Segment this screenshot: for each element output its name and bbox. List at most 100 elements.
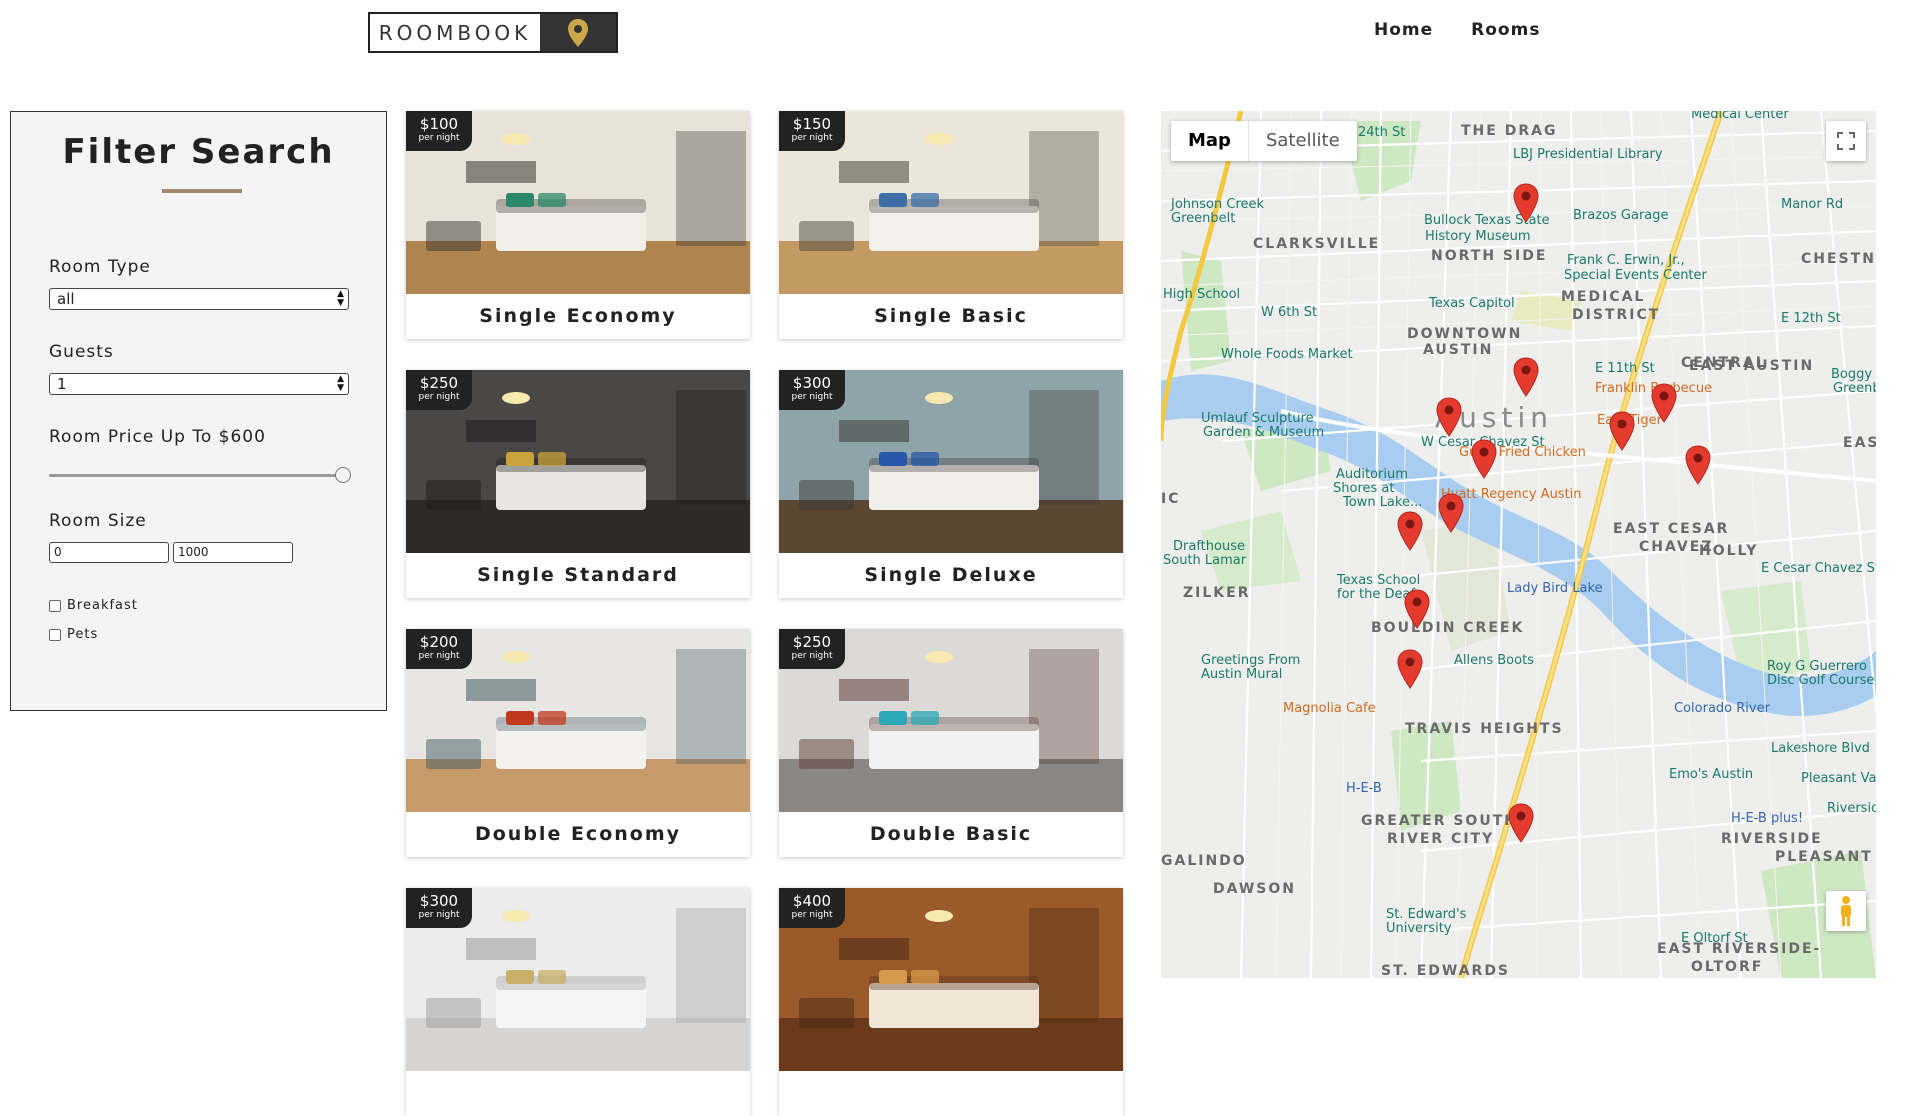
- room-name[interactable]: Single Basic: [779, 294, 1123, 339]
- map-poi-label[interactable]: Medical Center: [1691, 111, 1789, 122]
- room-name[interactable]: Single Deluxe: [779, 553, 1123, 598]
- size-max-input[interactable]: 1000: [173, 542, 293, 563]
- map-poi-label[interactable]: Disc Golf Course: [1767, 673, 1874, 688]
- room-name[interactable]: [406, 1071, 750, 1116]
- map-poi-label[interactable]: High School: [1163, 287, 1240, 302]
- map-marker-icon[interactable]: [1508, 803, 1534, 843]
- map-marker-icon[interactable]: [1685, 445, 1711, 485]
- map-poi-label[interactable]: Manor Rd: [1781, 197, 1843, 212]
- map-poi-label[interactable]: LBJ Presidential Library: [1513, 147, 1663, 162]
- map-marker-icon[interactable]: [1471, 439, 1497, 479]
- map-marker-icon[interactable]: [1513, 183, 1539, 223]
- map-poi-label[interactable]: Pleasant Valley Rd: [1801, 771, 1876, 786]
- breakfast-option[interactable]: Breakfast: [49, 598, 138, 613]
- room-type-select[interactable]: all ▲ ▼: [49, 288, 349, 310]
- map-poi-label[interactable]: E Oltorf St: [1681, 931, 1748, 946]
- map-poi-label[interactable]: E Cesar Chavez St: [1761, 561, 1876, 576]
- map-area-label: TRAVIS HEIGHTS: [1405, 721, 1564, 737]
- size-min-input[interactable]: 0: [49, 542, 169, 563]
- map-marker-icon[interactable]: [1397, 649, 1423, 689]
- map-poi-label[interactable]: Lady Bird Lake: [1507, 581, 1603, 596]
- map-poi-label[interactable]: St. Edward's: [1386, 907, 1466, 922]
- room-card[interactable]: $200 per night Double Economy: [406, 629, 750, 857]
- map-poi-label[interactable]: Emo's Austin: [1669, 767, 1753, 782]
- map-marker-icon[interactable]: [1513, 357, 1539, 397]
- nav-links: Home Rooms: [1374, 20, 1540, 40]
- nav-rooms-link[interactable]: Rooms: [1471, 20, 1540, 40]
- price-value: $400: [792, 892, 832, 910]
- map-area-label: GREATER SOUTH: [1361, 813, 1518, 829]
- slider-thumb[interactable]: [335, 467, 351, 483]
- room-card[interactable]: $250 per night Double Basic: [779, 629, 1123, 857]
- nav-home-link[interactable]: Home: [1374, 20, 1433, 40]
- map-poi-label[interactable]: Johnson Creek: [1171, 197, 1264, 212]
- map-panel[interactable]: Map Satellite Austin THE DRAG CLARKSVILLE N…: [1161, 111, 1876, 978]
- room-name[interactable]: Single Economy: [406, 294, 750, 339]
- map-marker-icon[interactable]: [1651, 383, 1677, 423]
- map-poi-label[interactable]: Texas Capitol: [1429, 296, 1515, 311]
- map-poi-label[interactable]: Drafthouse: [1173, 539, 1245, 554]
- map-poi-label[interactable]: Shores at: [1333, 481, 1394, 496]
- map-poi-label[interactable]: Colorado River: [1674, 701, 1770, 716]
- map-poi-label[interactable]: Brazos Garage: [1573, 208, 1669, 223]
- map-poi-label[interactable]: H-E-B plus!: [1731, 811, 1803, 826]
- satellite-button[interactable]: Satellite: [1249, 121, 1357, 161]
- map-poi-label[interactable]: W 6th St: [1261, 305, 1317, 320]
- map-poi-label[interactable]: Greetings From: [1201, 653, 1300, 668]
- room-card[interactable]: $250 per night Single Standard: [406, 370, 750, 598]
- map-poi-label[interactable]: Garden & Museum: [1203, 425, 1324, 440]
- map-poi-label[interactable]: Special Events Center: [1564, 268, 1707, 283]
- map-poi-label[interactable]: Umlauf Sculpture: [1201, 411, 1314, 426]
- map-marker-icon[interactable]: [1404, 589, 1430, 629]
- price-slider[interactable]: [49, 466, 352, 486]
- map-poi-label[interactable]: Greenbelt: [1171, 211, 1235, 226]
- select-arrows-icon: ▲ ▼: [337, 289, 344, 308]
- breakfast-checkbox[interactable]: [49, 599, 61, 612]
- map-marker-icon[interactable]: [1436, 397, 1462, 437]
- map-poi-label[interactable]: Riverside Go: [1827, 801, 1876, 816]
- room-card[interactable]: $150 per night Single Basic: [779, 111, 1123, 339]
- pets-checkbox[interactable]: [49, 628, 61, 641]
- room-card[interactable]: $100 per night Single Economy: [406, 111, 750, 339]
- price-value: $250: [419, 374, 459, 392]
- guests-select[interactable]: 1 ▲ ▼: [49, 373, 349, 395]
- room-name[interactable]: [779, 1071, 1123, 1116]
- fullscreen-button[interactable]: [1826, 121, 1866, 161]
- room-name[interactable]: Double Economy: [406, 812, 750, 857]
- map-area-label: DAWSON: [1213, 881, 1296, 897]
- price-unit: per night: [791, 910, 833, 920]
- map-poi-label[interactable]: Texas School: [1337, 573, 1420, 588]
- map-marker-icon[interactable]: [1397, 511, 1423, 551]
- map-poi-label[interactable]: E 12th St: [1781, 311, 1841, 326]
- map-poi-label[interactable]: Austin Mural: [1201, 667, 1282, 682]
- map-poi-label[interactable]: H-E-B: [1346, 781, 1382, 796]
- room-name[interactable]: Single Standard: [406, 553, 750, 598]
- map-button[interactable]: Map: [1171, 121, 1249, 161]
- map-poi-label[interactable]: E 11th St: [1595, 361, 1655, 376]
- price-badge: $400 per night: [779, 888, 845, 928]
- map-marker-icon[interactable]: [1609, 411, 1635, 451]
- pets-option[interactable]: Pets: [49, 627, 98, 642]
- map-poi-label[interactable]: Auditorium: [1336, 467, 1408, 482]
- street-view-button[interactable]: [1826, 891, 1866, 931]
- map-poi-label[interactable]: Magnolia Cafe: [1283, 701, 1376, 716]
- map-poi-label[interactable]: South Lamar: [1163, 553, 1246, 568]
- map-poi-label[interactable]: Lakeshore Blvd: [1771, 741, 1870, 756]
- room-name[interactable]: Double Basic: [779, 812, 1123, 857]
- map-poi-label[interactable]: History Museum: [1425, 229, 1531, 244]
- map-poi-label[interactable]: Roy G Guerrero: [1767, 659, 1867, 674]
- room-card[interactable]: $300 per night: [406, 888, 750, 1116]
- room-card[interactable]: $400 per night: [779, 888, 1123, 1116]
- map-poi-label[interactable]: Allens Boots: [1454, 653, 1534, 668]
- map-poi-label[interactable]: Greenbel: [1833, 381, 1876, 396]
- price-unit: per night: [791, 392, 833, 402]
- map-poi-label[interactable]: Town Lake...: [1343, 495, 1422, 510]
- map-poi-label[interactable]: Whole Foods Market: [1221, 347, 1353, 362]
- room-card[interactable]: $300 per night Single Deluxe: [779, 370, 1123, 598]
- map-marker-icon[interactable]: [1438, 493, 1464, 533]
- price-unit: per night: [791, 651, 833, 661]
- roombook-logo[interactable]: ROOMBOOK: [368, 12, 618, 53]
- map-poi-label[interactable]: University: [1386, 921, 1452, 936]
- map-poi-label[interactable]: Frank C. Erwin, Jr.,: [1567, 253, 1685, 268]
- map-poi-label[interactable]: Boggy Cre: [1831, 367, 1876, 382]
